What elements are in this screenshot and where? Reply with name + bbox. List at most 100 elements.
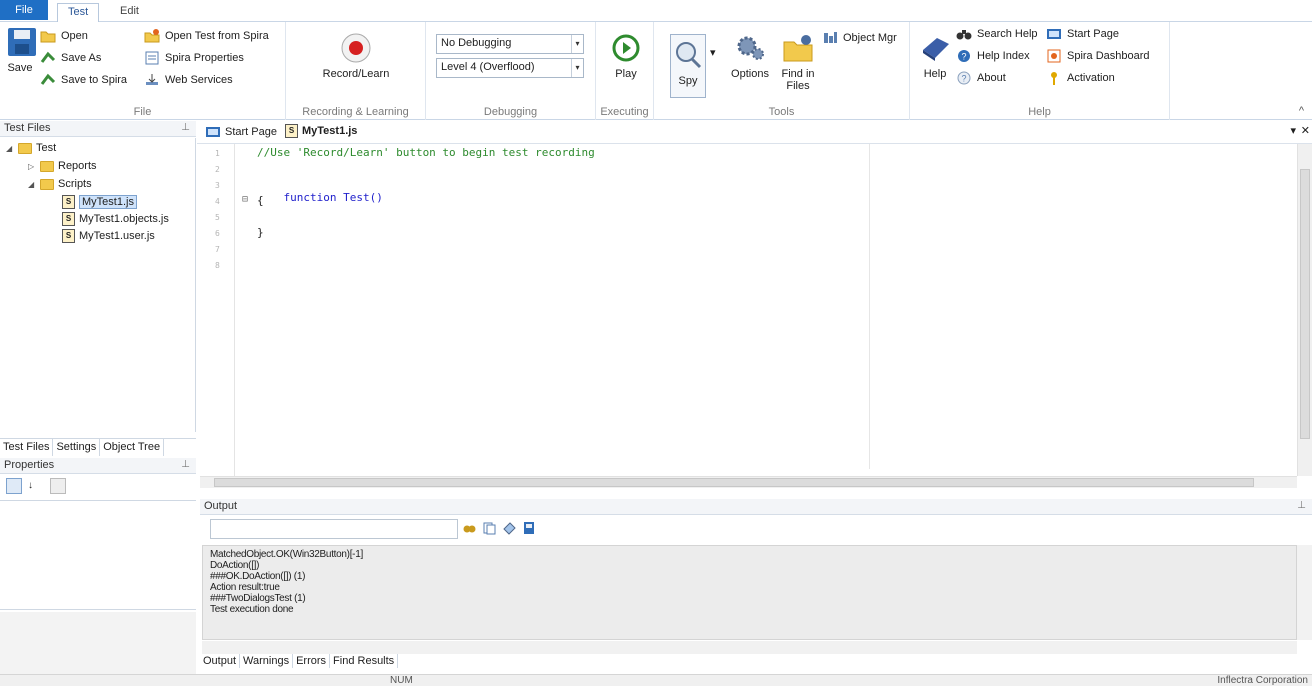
tree-node-scripts[interactable]: ◢ Scripts	[28, 178, 92, 190]
script-file-icon: S	[62, 195, 75, 209]
pin-icon[interactable]: ⊥	[1297, 500, 1306, 511]
chevron-down-icon: ▾	[710, 47, 716, 59]
spira-open-icon	[144, 28, 160, 44]
about-button[interactable]: ? About	[956, 70, 1006, 86]
tools-group-label: Tools	[768, 106, 795, 118]
tab-edit[interactable]: Edit	[110, 3, 149, 22]
tab-errors[interactable]: Errors	[293, 654, 331, 668]
sort-alpha-icon[interactable]: ↓	[28, 478, 44, 494]
pin-icon[interactable]: ⊥	[181, 122, 190, 133]
spira-dashboard-button[interactable]: Spira Dashboard	[1046, 48, 1150, 64]
tab-object-tree[interactable]: Object Tree	[100, 439, 165, 456]
tree-node-file[interactable]: S MyTest1.js	[62, 195, 137, 209]
tab-find-results[interactable]: Find Results	[330, 654, 399, 668]
tab-mytest1-js[interactable]: S MyTest1.js	[285, 124, 357, 138]
fold-collapse-icon[interactable]: ⊟	[242, 194, 248, 205]
object-manager-icon	[822, 30, 838, 46]
editor-horizontal-scrollbar[interactable]	[200, 476, 1297, 488]
gear-icon	[734, 32, 766, 64]
help-index-icon: ?	[956, 48, 972, 64]
save-to-spira-button[interactable]: Save to Spira	[40, 72, 127, 88]
test-files-tree: ◢ Test ▷ Reports ◢ Scripts S MyTest1.js …	[0, 138, 196, 432]
collapsed-arrow-icon: ▷	[28, 161, 35, 171]
close-document-icon[interactable]: ✕	[1301, 124, 1310, 137]
tree-node-test[interactable]: ◢ Test	[6, 142, 56, 154]
company-label: Inflectra Corporation	[1217, 675, 1308, 686]
start-page-icon	[1046, 26, 1062, 42]
tree-node-file[interactable]: S MyTest1.user.js	[62, 229, 155, 243]
properties-panel-title: Properties ⊥	[0, 458, 196, 474]
pin-icon[interactable]: ⊥	[181, 459, 190, 470]
activation-button[interactable]: Activation	[1046, 70, 1115, 86]
scrollbar-thumb[interactable]	[1300, 169, 1310, 439]
properties-icon	[144, 50, 160, 66]
tab-file[interactable]: File	[0, 0, 48, 20]
save-button[interactable]: Save	[6, 26, 36, 74]
save-log-icon[interactable]	[522, 521, 538, 535]
log-line: MatchedObject.OK(Win32Button)[-1]	[210, 549, 363, 560]
script-file-icon: S	[62, 212, 75, 226]
log-line: Test execution done	[210, 604, 294, 615]
script-file-icon: S	[285, 124, 298, 138]
object-mgr-button[interactable]: Object Mgr	[822, 30, 897, 46]
spy-button[interactable]: Spy	[670, 34, 706, 98]
open-button[interactable]: Open	[40, 28, 88, 44]
code-editor[interactable]: 1 2 3 4 5 6 7 8 //Use 'Record/Learn' but…	[197, 144, 1297, 476]
tab-list-dropdown[interactable]: ▾	[1290, 124, 1296, 137]
categorized-icon[interactable]	[6, 478, 22, 494]
help-group-label: Help	[1028, 106, 1051, 118]
spira-save-icon	[40, 72, 56, 88]
status-bar: NUM Inflectra Corporation	[0, 674, 1312, 686]
code-comment-line: //Use 'Record/Learn' button to begin tes…	[257, 146, 595, 159]
script-file-icon: S	[62, 229, 75, 243]
record-learn-button[interactable]: Record/Learn	[316, 32, 396, 80]
executing-group-label: Executing	[600, 106, 649, 118]
find-in-files-button[interactable]: Find in Files	[778, 32, 818, 92]
output-vertical-scrollbar[interactable]	[1297, 545, 1312, 640]
options-button[interactable]: Options	[728, 32, 772, 80]
collapse-ribbon-icon[interactable]: ^	[1299, 105, 1304, 117]
tab-settings[interactable]: Settings	[53, 439, 101, 456]
start-page-button[interactable]: Start Page	[1046, 26, 1119, 42]
chevron-down-icon: ▾	[571, 35, 583, 53]
spira-dashboard-icon	[1046, 48, 1062, 64]
find-icon[interactable]	[462, 521, 478, 535]
editor-vertical-scrollbar[interactable]	[1297, 144, 1312, 476]
tab-warnings[interactable]: Warnings	[240, 654, 294, 668]
folder-icon	[40, 178, 54, 190]
ribbon: Save Open Save As Save to Spira Open Tes…	[0, 22, 1312, 120]
file-group: Save Open Save As Save to Spira Open Tes…	[0, 22, 286, 120]
spy-dropdown[interactable]: ▾	[710, 46, 716, 59]
output-filter-input[interactable]	[210, 519, 458, 539]
tree-node-file[interactable]: S MyTest1.objects.js	[62, 212, 169, 226]
record-icon	[340, 32, 372, 64]
line-number: 2	[215, 165, 220, 174]
help-index-button[interactable]: ? Help Index	[956, 48, 1030, 64]
copy-icon[interactable]	[482, 521, 498, 535]
help-button[interactable]: Help	[918, 32, 952, 80]
play-button[interactable]: Play	[606, 32, 646, 80]
debug-mode-select[interactable]: No Debugging ▾	[436, 34, 584, 54]
property-description	[0, 612, 196, 674]
save-as-button[interactable]: Save As	[40, 50, 101, 66]
tools-group: Spy ▾ Options Find in Files Object Mgr T…	[654, 22, 910, 120]
property-pages-icon[interactable]	[50, 478, 66, 494]
clear-icon[interactable]	[502, 521, 518, 535]
tab-test-files[interactable]: Test Files	[0, 439, 54, 456]
search-help-button[interactable]: Search Help	[956, 26, 1038, 42]
web-services-button[interactable]: Web Services	[144, 72, 233, 88]
left-panel-tabs: Test Files Settings Object Tree	[0, 438, 196, 456]
executing-group: Play Executing	[596, 22, 654, 120]
output-horizontal-scrollbar[interactable]	[202, 641, 1297, 654]
open-test-from-spira-button[interactable]: Open Test from Spira	[144, 28, 269, 44]
log-level-select[interactable]: Level 4 (Overflood) ▾	[436, 58, 584, 78]
expanded-arrow-icon: ◢	[28, 179, 35, 189]
scrollbar-thumb[interactable]	[214, 478, 1254, 487]
folder-icon	[40, 160, 54, 172]
tab-start-page[interactable]: Start Page	[205, 124, 277, 140]
spira-properties-button[interactable]: Spira Properties	[144, 50, 244, 66]
chevron-down-icon: ▾	[1290, 125, 1296, 137]
tab-test[interactable]: Test	[57, 3, 100, 23]
tree-node-reports[interactable]: ▷ Reports	[28, 160, 97, 172]
tab-output[interactable]: Output	[200, 654, 241, 668]
